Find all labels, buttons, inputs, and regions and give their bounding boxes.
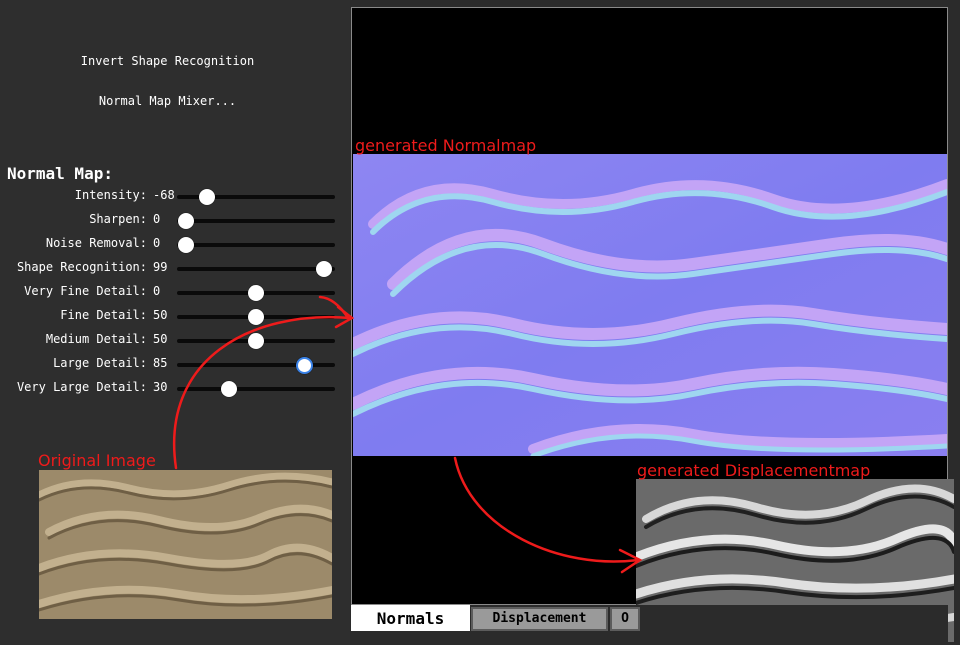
original-caption: Original Image [38, 451, 156, 470]
slider-row: Medium Detail: 50 [0, 330, 345, 350]
normal-map-image [353, 154, 947, 456]
slider-label: Intensity: [74, 188, 147, 202]
tab-normals[interactable]: Normals [351, 605, 470, 631]
slider-row: Large Detail: 85 [0, 354, 345, 374]
slider-value: 0 [153, 284, 161, 298]
slider-label: Large Detail: [53, 356, 147, 370]
slider-label: Noise Removal: [45, 236, 147, 250]
slider-track[interactable] [177, 309, 335, 325]
slider-thumb[interactable] [315, 261, 332, 277]
slider-label: Sharpen: [89, 212, 147, 226]
slider-thumb[interactable] [248, 285, 264, 301]
normal-map-mixer-button[interactable]: Normal Map Mixer... [0, 94, 335, 108]
slider-thumb[interactable] [248, 309, 264, 325]
slider-value: 30 [153, 380, 168, 394]
slider-track[interactable] [177, 213, 335, 229]
slider-track[interactable] [177, 261, 335, 277]
tab-occlusion[interactable]: O [610, 607, 640, 631]
original-image [39, 470, 332, 619]
slider-thumb[interactable] [199, 189, 216, 205]
slider-track[interactable] [177, 237, 335, 253]
normalmap-caption: generated Normalmap [355, 136, 537, 155]
slider-thumb[interactable] [296, 356, 314, 374]
slider-label: Very Fine Detail: [24, 284, 147, 298]
slider-label: Shape Recognition: [16, 260, 147, 274]
view-tabbar: Normals Displacement O [351, 605, 948, 645]
slider-track[interactable] [177, 189, 335, 205]
slider-value: 85 [153, 356, 168, 370]
slider-track[interactable] [177, 333, 335, 349]
slider-row: Fine Detail: 50 [0, 306, 345, 326]
tab-displacement[interactable]: Displacement [471, 607, 608, 631]
slider-value: 50 [153, 308, 168, 322]
slider-label: Fine Detail: [60, 308, 147, 322]
slider-row: Very Fine Detail: 0 [0, 282, 345, 302]
slider-label: Very Large Detail: [16, 380, 147, 394]
normal-map-section-title: Normal Map: [7, 164, 113, 183]
slider-thumb[interactable] [178, 213, 195, 229]
displacement-caption: generated Displacementmap [637, 461, 871, 480]
slider-value: 99 [153, 260, 168, 274]
slider-row: Shape Recognition: 99 [0, 258, 345, 278]
original-sand-graphic [39, 470, 332, 619]
invert-shape-recognition-button[interactable]: Invert Shape Recognition [0, 54, 335, 68]
slider-label: Medium Detail: [45, 332, 147, 346]
slider-row: Very Large Detail: 30 [0, 378, 345, 398]
slider-row: Intensity: -68 [0, 186, 345, 206]
slider-value: 50 [153, 332, 168, 346]
slider-track[interactable] [177, 381, 335, 397]
slider-value: 0 [153, 212, 161, 226]
normal-map-graphic [353, 154, 947, 456]
slider-thumb[interactable] [221, 381, 238, 397]
slider-thumb[interactable] [178, 237, 195, 253]
slider-track[interactable] [177, 356, 335, 374]
slider-row: Sharpen: 0 [0, 210, 345, 230]
slider-thumb[interactable] [248, 333, 264, 349]
slider-row: Noise Removal: 0 [0, 234, 345, 254]
slider-value: 0 [153, 236, 161, 250]
slider-value: -68 [153, 188, 175, 202]
slider-track[interactable] [177, 285, 335, 301]
